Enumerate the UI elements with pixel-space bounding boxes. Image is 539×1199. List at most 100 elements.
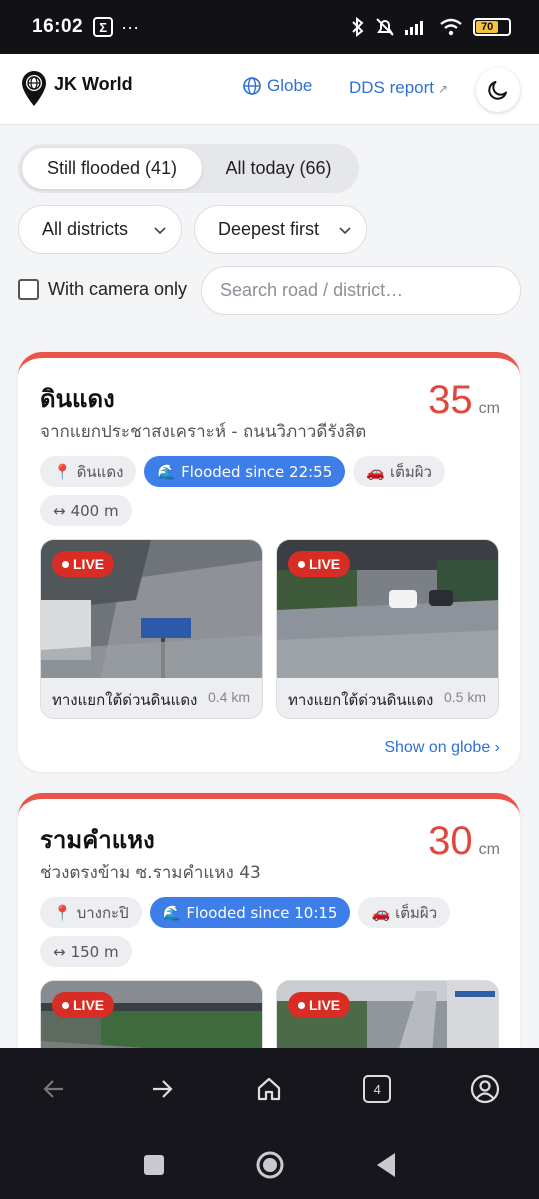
chevron-down-icon [154, 226, 166, 234]
live-label: LIVE [309, 997, 341, 1013]
district-chip-label: ดินแดง [76, 462, 124, 481]
app-header: JK World Globe DDS report ↗ [0, 54, 539, 125]
live-badge: LIVE [288, 992, 351, 1018]
tab-still-flooded[interactable]: Still flooded (41) [22, 148, 202, 189]
external-link-icon: ↗ [438, 82, 449, 96]
flood-card-title: ดินแดง [40, 385, 115, 413]
battery-icon: 70 [473, 18, 511, 36]
home-icon [258, 1077, 281, 1101]
flood-card[interactable]: ดินแดง จากแยกประชาสงเคราะห์ - ถนนวิภาวดี… [18, 352, 520, 772]
live-badge: LIVE [288, 551, 351, 577]
depth-value: 30 [428, 819, 473, 863]
mute-bell-icon [376, 18, 394, 36]
theme-toggle-button[interactable] [476, 68, 520, 112]
sort-select-value: Deepest first [218, 219, 320, 239]
live-badge: LIVE [52, 551, 115, 577]
live-label: LIVE [73, 997, 105, 1013]
level-chip-label: เต็มผิว [395, 903, 438, 922]
back-triangle-icon[interactable] [375, 1152, 397, 1178]
status-time: 16:02 [32, 16, 84, 37]
pin-icon: 📍 [53, 462, 72, 481]
live-label: LIVE [73, 556, 105, 572]
chip-list: 📍 บางกะปิ 🌊 Flooded since 10:15 🚗 เต็มผิว ↔… [40, 897, 510, 967]
status-bar: 16:02 Σ ··· 70 [0, 0, 539, 54]
length-chip-label: 150 m [70, 942, 119, 961]
camera-only-toggle[interactable]: With camera only [18, 279, 187, 300]
district-chip: 📍 ดินแดง [40, 456, 137, 487]
show-on-globe-link[interactable]: Show on globe › [384, 739, 500, 757]
live-dot-icon [62, 1001, 69, 1009]
account-button[interactable] [461, 1065, 509, 1113]
district-select-value: All districts [42, 219, 129, 239]
flooded-since-chip: 🌊 Flooded since 10:15 [149, 897, 351, 928]
account-icon [470, 1074, 500, 1104]
camera-name: ทางแยกใต้ด่วนดินแดง [52, 691, 198, 709]
car-icon: 🚗 [366, 462, 385, 481]
live-label: LIVE [309, 556, 341, 572]
camera-name: ทางแยกใต้ด่วนดินแดง [288, 691, 434, 709]
length-arrow-icon: ↔ [53, 942, 66, 961]
length-chip: ↔ 400 m [40, 495, 132, 526]
dds-report-label: DDS report [349, 78, 435, 97]
district-chip: 📍 บางกะปิ [40, 897, 142, 928]
status-tabs: Still flooded (41) All today (66) [18, 144, 359, 193]
flooded-since-label: Flooded since 10:15 [186, 903, 338, 922]
live-dot-icon [298, 560, 305, 568]
depth-readout: 35 cm [428, 378, 500, 423]
logo-text: JK World [54, 73, 133, 94]
tabs-button[interactable]: 4 [353, 1065, 401, 1113]
district-chip-label: บางกะปิ [76, 903, 129, 922]
globe-link-label: Globe [267, 76, 313, 95]
camera-only-label: With camera only [48, 279, 188, 299]
live-dot-icon [298, 1001, 305, 1009]
camera-only-checkbox[interactable] [18, 279, 39, 300]
sort-select[interactable]: Deepest first [194, 205, 367, 254]
car-icon: 🚗 [371, 903, 391, 922]
length-chip-label: 400 m [70, 501, 119, 520]
level-chip: 🚗 เต็มผิว [353, 456, 445, 487]
logo[interactable]: JK World [20, 70, 133, 108]
notification-app-icon: Σ [93, 17, 114, 37]
depth-unit: cm [478, 841, 500, 858]
level-chip: 🚗 เต็มผิว [358, 897, 451, 928]
tab-all-today[interactable]: All today (66) [202, 148, 355, 189]
live-dot-icon [62, 560, 69, 568]
browser-toolbar: 4 [0, 1048, 539, 1130]
camera-tile[interactable]: LIVE ทางแยกใต้ด่วนดินแดง 0.4 km [40, 539, 263, 719]
depth-unit: cm [478, 400, 500, 417]
tabs-icon: 4 [363, 1075, 392, 1103]
depth-readout: 30 cm [428, 819, 500, 864]
chevron-down-icon [339, 226, 351, 234]
flood-card-subtitle: จากแยกประชาสงเคราะห์ - ถนนวิภาวดีรังสิต [40, 422, 367, 442]
search-input[interactable] [201, 266, 521, 315]
district-select[interactable]: All districts [18, 205, 182, 254]
dds-report-link[interactable]: DDS report ↗ [349, 78, 448, 98]
forward-arrow-icon [152, 1080, 173, 1098]
live-badge: LIVE [52, 992, 115, 1018]
pin-icon: 📍 [53, 903, 72, 922]
home-circle-icon[interactable] [255, 1150, 285, 1180]
recents-icon[interactable] [143, 1154, 165, 1176]
camera-distance: 0.5 km [443, 689, 486, 705]
signal-icon [405, 21, 423, 35]
length-chip: ↔ 150 m [40, 936, 132, 967]
level-chip-label: เต็มผิว [389, 462, 432, 481]
flooded-since-chip: 🌊 Flooded since 22:55 [144, 456, 346, 487]
chip-list: 📍 ดินแดง 🌊 Flooded since 22:55 🚗 เต็มผิว ↔ 4… [40, 456, 510, 526]
pin-icon [22, 71, 46, 106]
wave-icon: 🌊 [157, 462, 177, 481]
back-arrow-icon [43, 1080, 63, 1098]
home-button[interactable] [245, 1065, 293, 1113]
camera-tile[interactable]: LIVE ทางแยกใต้ด่วนดินแดง 0.5 km [276, 539, 499, 719]
flood-card-subtitle: ช่วงตรงข้าม ซ.รามคำแหง 43 [40, 863, 261, 883]
globe-link[interactable]: Globe [242, 76, 312, 96]
length-arrow-icon: ↔ [53, 501, 66, 520]
wifi-icon [440, 18, 462, 36]
more-notifications-icon: ··· [121, 16, 140, 37]
moon-icon [488, 81, 507, 100]
back-button[interactable] [30, 1065, 78, 1113]
camera-distance: 0.4 km [207, 689, 250, 705]
forward-button[interactable] [138, 1065, 186, 1113]
bluetooth-icon [352, 17, 364, 37]
wave-icon: 🌊 [162, 903, 182, 922]
